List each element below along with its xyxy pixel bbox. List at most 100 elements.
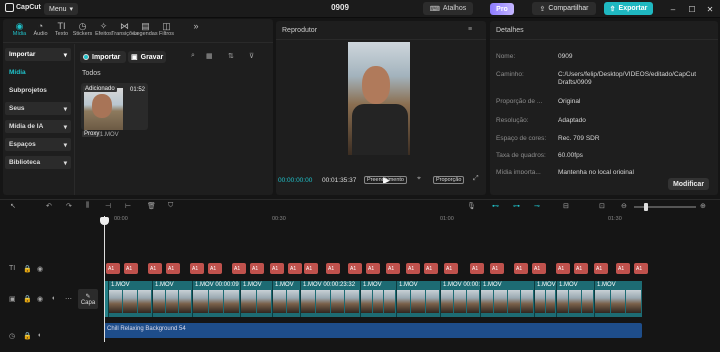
text-clip[interactable]: A1	[208, 263, 222, 274]
sidebar-item-yours[interactable]: Seus ▾	[5, 102, 71, 115]
zoom-in-icon[interactable]: ⊕	[700, 202, 706, 210]
marker-icon[interactable]: ⛉	[168, 202, 173, 210]
text-clip[interactable]: A1	[366, 263, 380, 274]
playhead[interactable]	[104, 216, 105, 342]
split-left-icon[interactable]: ⊣	[105, 202, 111, 210]
sort-icon[interactable]: ⇅	[228, 52, 234, 60]
sidebar-item-spaces[interactable]: Espaços ▾	[5, 138, 71, 151]
text-clip[interactable]: A1	[386, 263, 400, 274]
text-clip[interactable]: A1	[270, 263, 284, 274]
lock-icon[interactable]: 🔒	[23, 295, 32, 303]
hamburger-menu-icon[interactable]: ≡	[468, 26, 472, 33]
playhead-handle[interactable]	[100, 217, 109, 225]
text-clip[interactable]: A1	[574, 263, 588, 274]
link-toggle-icon[interactable]: ⊷	[492, 202, 499, 210]
filter-icon[interactable]: ⊽	[249, 52, 254, 60]
shortcuts-button[interactable]: ⌨ Atalhos	[423, 2, 473, 15]
text-clip[interactable]: A1	[490, 263, 504, 274]
record-button[interactable]: ▣ Gravar	[128, 51, 166, 63]
text-clip[interactable]: A1	[288, 263, 302, 274]
video-clip[interactable]: 1.MOV 00:00:18:54	[440, 281, 480, 317]
video-clip[interactable]: 1.MOV	[480, 281, 534, 317]
video-clip[interactable]: 1.MOV 00:00:09	[192, 281, 240, 317]
sidebar-item-library[interactable]: Biblioteca ▾	[5, 156, 71, 169]
text-clip[interactable]: A1	[616, 263, 630, 274]
import-button[interactable]: Importar	[80, 51, 126, 63]
ratio-button[interactable]: Proporção	[433, 176, 465, 184]
fullscreen-icon[interactable]: ⤢	[473, 175, 479, 183]
text-clip[interactable]: A1	[304, 263, 318, 274]
chain-toggle-icon[interactable]: ⊸	[534, 202, 540, 210]
fill-button[interactable]: Preenchimento	[364, 176, 407, 184]
search-icon[interactable]: ⌕	[191, 52, 195, 60]
preview-axis-icon[interactable]: ⊟	[563, 202, 569, 210]
sidebar-item-import[interactable]: Importar ▾	[5, 48, 71, 61]
video-clip[interactable]: 1.MOV	[108, 281, 152, 317]
more-tabs-button[interactable]: »	[189, 19, 203, 31]
tab-transitions[interactable]: ⋈ Transições	[111, 19, 138, 37]
video-clip[interactable]: 1.MOV	[594, 281, 642, 317]
text-clip[interactable]: A1	[250, 263, 264, 274]
text-clip[interactable]: A1	[594, 263, 608, 274]
tab-stickers[interactable]: ◷ Stickers	[72, 19, 93, 37]
close-icon[interactable]: ✕	[704, 3, 716, 15]
video-clip[interactable]: 1.MOV	[396, 281, 440, 317]
video-clip[interactable]: 1.MOV	[534, 281, 556, 317]
video-clip[interactable]: 1.MOV	[152, 281, 192, 317]
text-clip[interactable]: A1	[634, 263, 648, 274]
text-clip[interactable]: A1	[124, 263, 138, 274]
sidebar-item-media[interactable]: Mídia	[5, 66, 71, 79]
cover-button[interactable]: ✎ Capa	[78, 289, 98, 309]
time-ruler[interactable]: 00:00 00:30 01:00 01:30	[104, 215, 720, 225]
speaker-icon[interactable]: ◖	[37, 332, 41, 339]
undo-icon[interactable]: ↶	[46, 202, 52, 210]
split-icon[interactable]: ⫼	[86, 202, 89, 210]
more-icon[interactable]: ⋯	[65, 295, 72, 303]
grid-view-icon[interactable]: ▦	[206, 52, 213, 60]
video-clip[interactable]: 1.MOV 00:00:23:32	[300, 281, 360, 317]
tab-text[interactable]: TI Texto	[51, 19, 72, 37]
split-right-icon[interactable]: ⊢	[125, 202, 131, 210]
modify-button[interactable]: Modificar	[668, 178, 709, 190]
text-clip[interactable]: A1	[514, 263, 528, 274]
text-clip[interactable]: A1	[532, 263, 546, 274]
sidebar-item-ai-media[interactable]: Mídia de IA ▾	[5, 120, 71, 133]
video-clip[interactable]: 1.MOV	[240, 281, 272, 317]
tab-media[interactable]: ◉ Mídia	[9, 19, 30, 37]
speaker-icon[interactable]: ◖	[51, 295, 55, 302]
zoom-out-icon[interactable]: ⊖	[621, 202, 627, 210]
lock-icon[interactable]: 🔒	[23, 332, 32, 340]
text-clip[interactable]: A1	[232, 263, 246, 274]
tab-captions[interactable]: ▤ Legendas	[133, 19, 157, 37]
snap-toggle-icon[interactable]: ⊶	[513, 202, 520, 210]
redo-icon[interactable]: ↷	[66, 202, 72, 210]
text-clip[interactable]: A1	[190, 263, 204, 274]
menu-button[interactable]: Menu ▾	[44, 3, 78, 15]
audio-clip[interactable]: Chill Relaxing Background 54	[104, 323, 642, 338]
tab-filters[interactable]: ◫ Filtros	[156, 19, 177, 37]
video-clip[interactable]: 1.MOV	[360, 281, 396, 317]
snapshot-icon[interactable]: ⌖	[417, 175, 421, 183]
zoom-slider-handle[interactable]	[644, 203, 648, 211]
text-clip[interactable]: A1	[326, 263, 340, 274]
text-clip[interactable]: A1	[556, 263, 570, 274]
lock-icon[interactable]: 🔒	[23, 265, 32, 273]
text-clip[interactable]: A1	[406, 263, 420, 274]
export-button[interactable]: ⇧ Exportar	[604, 2, 653, 15]
video-clip[interactable]: 1.MOV	[556, 281, 594, 317]
text-clip[interactable]: A1	[166, 263, 180, 274]
eye-icon[interactable]: ◉	[37, 265, 43, 273]
minimize-icon[interactable]: –	[667, 3, 679, 15]
text-clip[interactable]: A1	[424, 263, 438, 274]
caption-toggle-icon[interactable]: ⊡	[599, 202, 605, 210]
text-clip[interactable]: A1	[106, 263, 120, 274]
text-clip[interactable]: A1	[444, 263, 458, 274]
text-clip[interactable]: A1	[348, 263, 362, 274]
maximize-icon[interactable]: ☐	[686, 3, 698, 15]
delete-icon[interactable]: 🗑	[147, 202, 156, 210]
video-clip[interactable]: 1.MOV	[272, 281, 300, 317]
eye-icon[interactable]: ◉	[37, 295, 43, 303]
text-clip[interactable]: A1	[470, 263, 484, 274]
tab-audio[interactable]: ◔ Áudio	[30, 19, 51, 37]
sidebar-item-subprojects[interactable]: Subprojetos	[5, 84, 71, 97]
